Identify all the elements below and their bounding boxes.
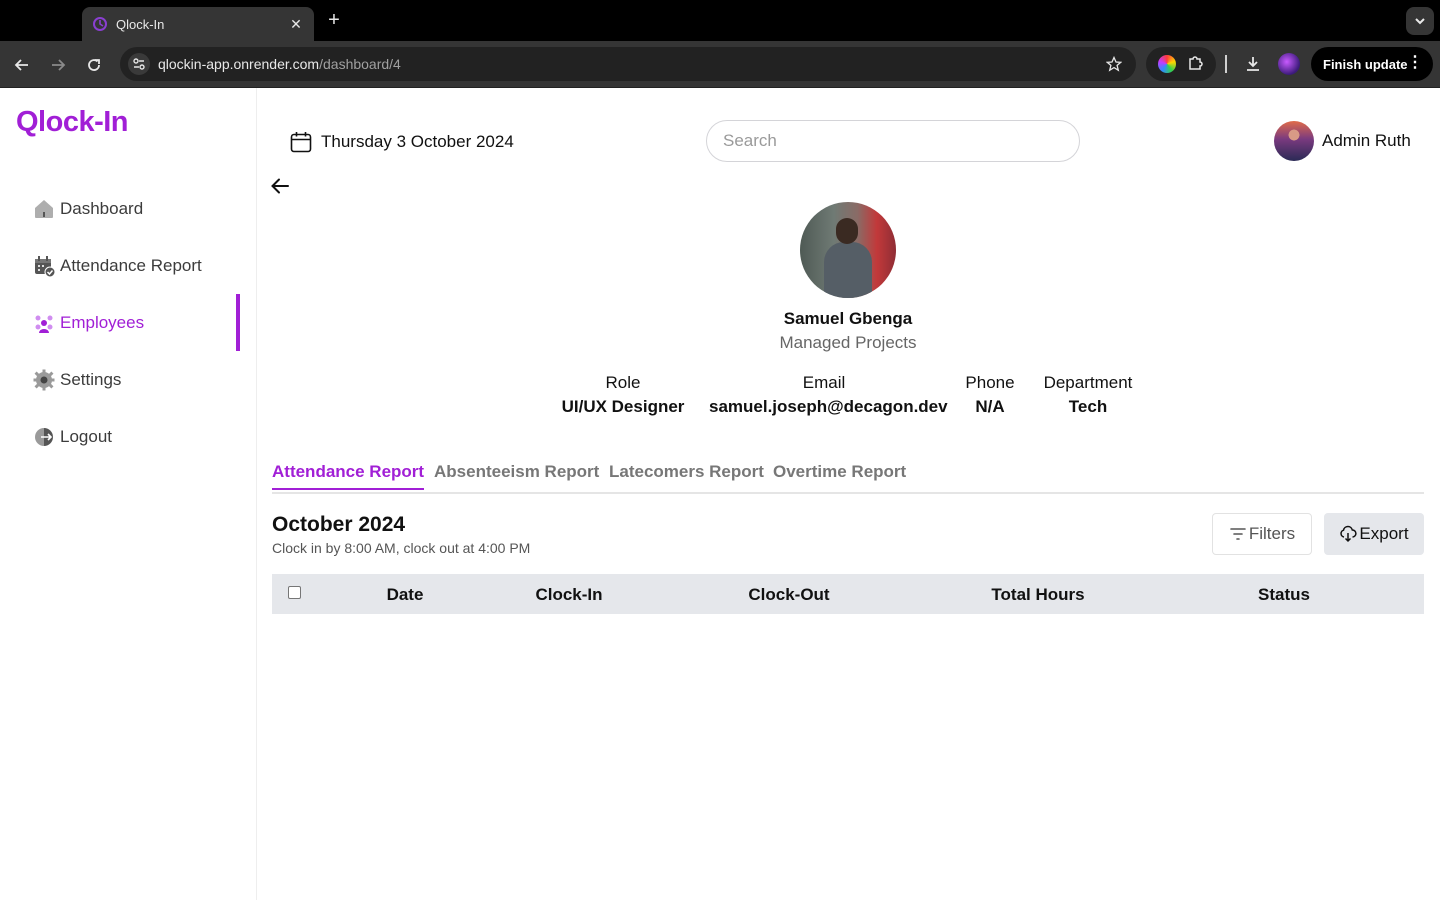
sidebar-item-label: Logout: [60, 426, 112, 446]
photo-head-shape: [836, 218, 858, 244]
sidebar-item-settings[interactable]: Settings: [0, 351, 257, 408]
home-icon: [33, 198, 55, 220]
back-arrow-icon[interactable]: [269, 175, 291, 197]
sidebar-item-attendance-report[interactable]: Attendance Report: [0, 237, 257, 294]
field-value: N/A: [975, 397, 1005, 416]
main-content: Thursday 3 October 2024 Admin Ruth Samue…: [257, 88, 1440, 900]
app-favicon-icon: [92, 16, 108, 32]
extensions-group: [1146, 47, 1216, 81]
new-tab-icon[interactable]: +: [323, 9, 345, 31]
current-date-text: Thursday 3 October 2024: [321, 132, 514, 151]
close-tab-icon[interactable]: ✕: [288, 16, 304, 33]
sidebar-item-label: Attendance Report: [60, 255, 202, 275]
app-logo[interactable]: Qlock-In: [16, 106, 129, 139]
select-all-checkbox[interactable]: [288, 586, 301, 599]
users-icon: [33, 312, 55, 334]
address-bar[interactable]: qlockin-app.onrender.com/dashboard/4: [120, 47, 1136, 81]
current-date: Thursday 3 October 2024: [289, 130, 514, 154]
report-tabs: Attendance Report Absenteeism Report Lat…: [272, 460, 1424, 494]
tab-search-chevron-icon[interactable]: [1406, 7, 1434, 35]
site-settings-icon[interactable]: [128, 53, 150, 75]
field-value: Tech: [1068, 397, 1108, 416]
employee-name: Samuel Gbenga: [783, 309, 913, 328]
filters-label: Filters: [1248, 524, 1296, 543]
url-path: /dashboard/4: [319, 56, 401, 72]
field-label: Phone: [965, 373, 1015, 392]
column-header-clock-out[interactable]: Clock-Out: [734, 585, 844, 605]
cloud-download-icon: [1340, 525, 1358, 543]
filter-icon: [1230, 528, 1246, 540]
sidebar-item-label: Settings: [60, 369, 122, 389]
calendar-icon: [290, 132, 312, 153]
photo-body-shape: [824, 242, 872, 298]
reload-icon[interactable]: [80, 51, 108, 79]
field-label: Department: [1043, 373, 1133, 392]
sidebar-nav: Dashboard Attendance Report Employees Se…: [0, 180, 257, 465]
sidebar-item-employees[interactable]: Employees: [0, 294, 257, 351]
extensions-puzzle-icon[interactable]: [1187, 53, 1205, 76]
sidebar-item-dashboard[interactable]: Dashboard: [0, 180, 257, 237]
column-header-total-hours[interactable]: Total Hours: [978, 585, 1098, 605]
employee-department: Department Tech: [1039, 373, 1137, 417]
color-wheel-extension-icon[interactable]: [1157, 55, 1176, 73]
attendance-table-header: Date Clock-In Clock-Out Total Hours Stat…: [272, 574, 1424, 614]
bookmark-star-icon[interactable]: [1104, 54, 1124, 74]
employee-photo: [800, 202, 896, 298]
gear-icon: [33, 369, 55, 391]
tab-latecomers-report[interactable]: Latecomers Report: [609, 462, 764, 488]
sidebar-item-label: Employees: [60, 312, 145, 332]
filters-button[interactable]: Filters: [1212, 513, 1312, 555]
finish-update-label: Finish update: [1323, 56, 1408, 72]
forward-nav-icon[interactable]: [44, 51, 72, 79]
sidebar: Qlock-In Dashboard Attendance Report Emp…: [0, 88, 257, 900]
finish-update-button[interactable]: Finish update ⋮: [1311, 47, 1433, 81]
tab-absenteeism-report[interactable]: Absenteeism Report: [434, 462, 599, 488]
column-header-status[interactable]: Status: [1244, 585, 1324, 605]
field-label: Email: [802, 373, 846, 392]
field-value: UI/UX Designer: [561, 397, 685, 416]
toolbar-separator: [1225, 55, 1227, 73]
browser-profile-avatar[interactable]: [1278, 53, 1300, 75]
column-header-date[interactable]: Date: [372, 585, 438, 605]
employee-subtitle: Managed Projects: [779, 333, 917, 352]
user-menu[interactable]: Admin Ruth: [1274, 121, 1411, 161]
tab-attendance-report[interactable]: Attendance Report: [272, 462, 425, 490]
field-value: samuel.joseph@decagon.dev: [709, 397, 948, 416]
download-icon[interactable]: [1240, 51, 1266, 77]
tab-overtime-report[interactable]: Overtime Report: [773, 462, 906, 488]
employee-phone: Phone N/A: [957, 373, 1023, 417]
browser-tab[interactable]: Qlock-In ✕: [82, 7, 314, 41]
employee-email: Email samuel.joseph@decagon.dev: [709, 373, 948, 417]
browser-tab-strip: Qlock-In ✕ +: [0, 0, 1440, 41]
back-nav-icon[interactable]: [8, 51, 36, 79]
browser-toolbar: qlockin-app.onrender.com/dashboard/4 Fin…: [0, 41, 1440, 88]
report-period: October 2024: [272, 513, 406, 536]
sidebar-item-logout[interactable]: Logout: [0, 408, 257, 465]
sidebar-item-label: Dashboard: [60, 198, 144, 218]
url-host: qlockin-app.onrender.com: [158, 56, 320, 72]
calendar-check-icon: [33, 255, 55, 277]
report-policy: Clock in by 8:00 AM, clock out at 4:00 P…: [272, 540, 531, 556]
more-menu-icon[interactable]: ⋮: [1407, 55, 1423, 71]
url-text: qlockin-app.onrender.com/dashboard/4: [158, 56, 401, 72]
export-button[interactable]: Export: [1324, 513, 1424, 555]
employee-role: Role UI/UX Designer: [555, 373, 691, 417]
search-input[interactable]: [706, 120, 1080, 162]
logout-icon: [33, 426, 55, 448]
browser-tab-title: Qlock-In: [116, 16, 165, 32]
field-label: Role: [605, 373, 641, 392]
user-name: Admin Ruth: [1322, 131, 1411, 150]
column-header-clock-in[interactable]: Clock-In: [522, 585, 616, 605]
export-label: Export: [1359, 524, 1409, 543]
avatar: [1274, 121, 1314, 161]
